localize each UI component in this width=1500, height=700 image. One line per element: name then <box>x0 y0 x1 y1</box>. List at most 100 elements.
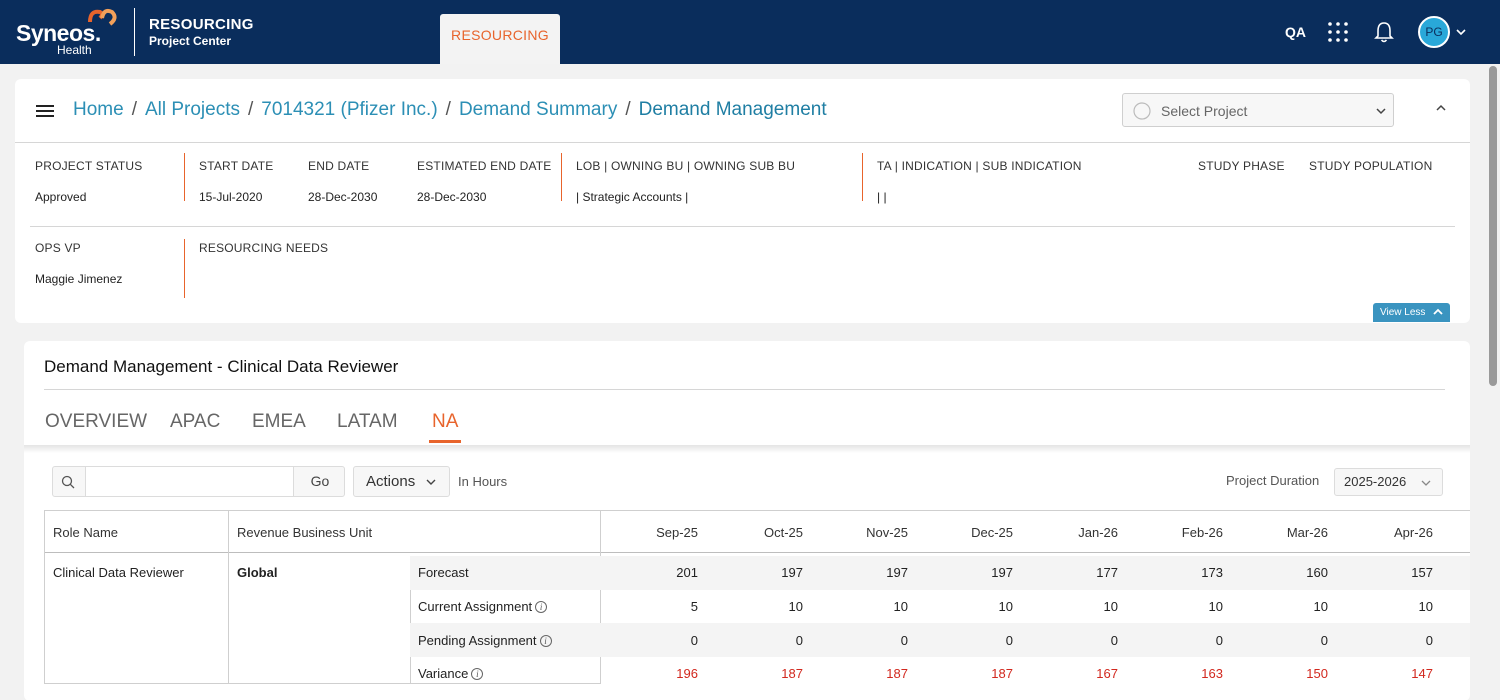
search-box: Go <box>52 466 345 497</box>
demand-management-card: Demand Management - Clinical Data Review… <box>24 341 1470 700</box>
column-header-month[interactable]: Sep-25 <box>628 525 698 540</box>
avatar[interactable]: PG <box>1418 16 1450 48</box>
info-icon[interactable]: i <box>535 601 548 613</box>
row-label-text: Pending Assignment <box>418 633 537 648</box>
tab-apac[interactable]: APAC <box>170 411 220 433</box>
breadcrumb-project[interactable]: 7014321 (Pfizer Inc.) <box>261 99 437 120</box>
pending-assignment-cell: 0 <box>1005 633 1013 648</box>
vertical-divider <box>184 153 185 201</box>
top-bar: Syneos. Health RESOURCING Project Center… <box>0 0 1500 64</box>
apps-grid-icon[interactable] <box>1327 21 1349 43</box>
breadcrumb: Home / All Projects / 7014321 (Pfizer Inc.) /… <box>73 99 827 121</box>
pending-assignment-cell: 0 <box>1320 633 1328 648</box>
actions-label: Actions <box>366 473 416 490</box>
page-scrollbar[interactable] <box>1486 64 1500 700</box>
current-assignment-cell: 10 <box>788 599 803 614</box>
menu-icon[interactable] <box>36 103 54 119</box>
breadcrumb-demand-summary[interactable]: Demand Summary <box>459 99 617 120</box>
end-date-label: END DATE <box>308 159 370 173</box>
row-label-forecast: Forecast <box>418 565 469 580</box>
tab-resourcing[interactable]: RESOURCING <box>440 14 560 64</box>
vertical-divider <box>862 153 863 201</box>
go-button[interactable]: Go <box>295 467 345 496</box>
column-header-month[interactable]: Apr-26 <box>1363 525 1433 540</box>
forecast-cell: 197 <box>886 565 908 580</box>
chevron-up-icon[interactable] <box>1435 103 1447 113</box>
table-border <box>44 510 1470 511</box>
environment-label[interactable]: QA <box>1285 24 1306 40</box>
card-title: Demand Management - Clinical Data Review… <box>44 357 399 376</box>
start-date-label: START DATE <box>199 159 274 173</box>
project-duration-value: 2025-2026 <box>1344 474 1407 489</box>
variance-cell: 187 <box>781 666 803 681</box>
tab-emea[interactable]: EMEA <box>252 411 306 433</box>
breadcrumb-separator: / <box>445 99 451 120</box>
select-project-dropdown[interactable]: Select Project <box>1122 93 1394 127</box>
column-header-month[interactable]: Nov-25 <box>838 525 908 540</box>
column-header-month[interactable]: Mar-26 <box>1258 525 1328 540</box>
tab-na[interactable]: NA <box>432 411 458 433</box>
info-icon[interactable]: i <box>539 635 552 647</box>
row-band <box>600 623 1470 657</box>
forecast-cell: 197 <box>781 565 803 580</box>
breadcrumb-separator: / <box>248 99 254 120</box>
app-title: RESOURCING <box>149 16 254 33</box>
panel-top-divider <box>15 142 1470 143</box>
vertical-divider <box>184 239 185 298</box>
forecast-cell: 173 <box>1201 565 1223 580</box>
variance-cell: 150 <box>1306 666 1328 681</box>
ta-label: TA | INDICATION | SUB INDICATION <box>877 159 1082 173</box>
search-input[interactable] <box>85 467 294 496</box>
column-header-role[interactable]: Role Name <box>53 525 118 540</box>
tab-overview[interactable]: OVERVIEW <box>45 411 147 433</box>
syneos-logo[interactable]: Syneos. Health <box>16 8 122 58</box>
row-label-text: Current Assignment <box>418 599 533 614</box>
project-status-label: PROJECT STATUS <box>35 159 143 173</box>
column-header-month[interactable]: Jan-26 <box>1048 525 1118 540</box>
current-assignment-cell: 10 <box>893 599 908 614</box>
column-header-month[interactable]: Oct-25 <box>733 525 803 540</box>
pending-assignment-cell: 0 <box>1110 633 1118 648</box>
rbu-cell: Global <box>237 565 278 580</box>
app-subtitle: Project Center <box>149 34 232 48</box>
pending-assignment-cell: 0 <box>1425 633 1433 648</box>
pending-assignment-cell: 0 <box>690 633 698 648</box>
variance-cell: 187 <box>991 666 1013 681</box>
estimated-end-date-value: 28-Dec-2030 <box>417 190 487 204</box>
chevron-down-icon[interactable] <box>1455 26 1467 38</box>
select-project-placeholder: Select Project <box>1161 103 1248 119</box>
forecast-cell: 157 <box>1411 565 1433 580</box>
row-label-variance: Variance i <box>418 666 484 681</box>
column-header-month[interactable]: Feb-26 <box>1153 525 1223 540</box>
vertical-divider <box>561 153 562 201</box>
current-assignment-cell: 10 <box>1418 599 1433 614</box>
info-icon[interactable]: i <box>471 668 484 680</box>
study-population-label: STUDY POPULATION <box>1309 159 1433 173</box>
search-icon <box>61 475 75 489</box>
pending-assignment-cell: 0 <box>1215 633 1223 648</box>
current-assignment-cell: 10 <box>1208 599 1223 614</box>
scrollbar-thumb[interactable] <box>1489 66 1497 386</box>
breadcrumb-home[interactable]: Home <box>73 99 124 120</box>
table-border <box>228 510 229 684</box>
panel-mid-divider <box>30 226 1455 227</box>
forecast-cell: 160 <box>1306 565 1328 580</box>
column-header-rbu[interactable]: Revenue Business Unit <box>237 525 372 540</box>
current-assignment-cell: 10 <box>1103 599 1118 614</box>
bell-icon[interactable] <box>1373 20 1395 44</box>
breadcrumb-all-projects[interactable]: All Projects <box>145 99 240 120</box>
project-duration-select[interactable]: 2025-2026 <box>1334 468 1443 496</box>
project-duration-label: Project Duration <box>1226 473 1320 488</box>
end-date-value: 28-Dec-2030 <box>308 190 378 204</box>
forecast-cell: 201 <box>676 565 698 580</box>
table-border <box>44 683 600 684</box>
row-band <box>600 556 1470 590</box>
actions-dropdown[interactable]: Actions <box>353 466 450 497</box>
view-less-button[interactable]: View Less <box>1373 303 1450 322</box>
tab-latam[interactable]: LATAM <box>337 411 398 433</box>
logo-subtext: Health <box>57 43 92 57</box>
column-header-month[interactable]: Dec-25 <box>943 525 1013 540</box>
chevron-down-icon <box>1376 108 1386 115</box>
variance-cell: 147 <box>1411 666 1433 681</box>
forecast-cell: 197 <box>991 565 1013 580</box>
